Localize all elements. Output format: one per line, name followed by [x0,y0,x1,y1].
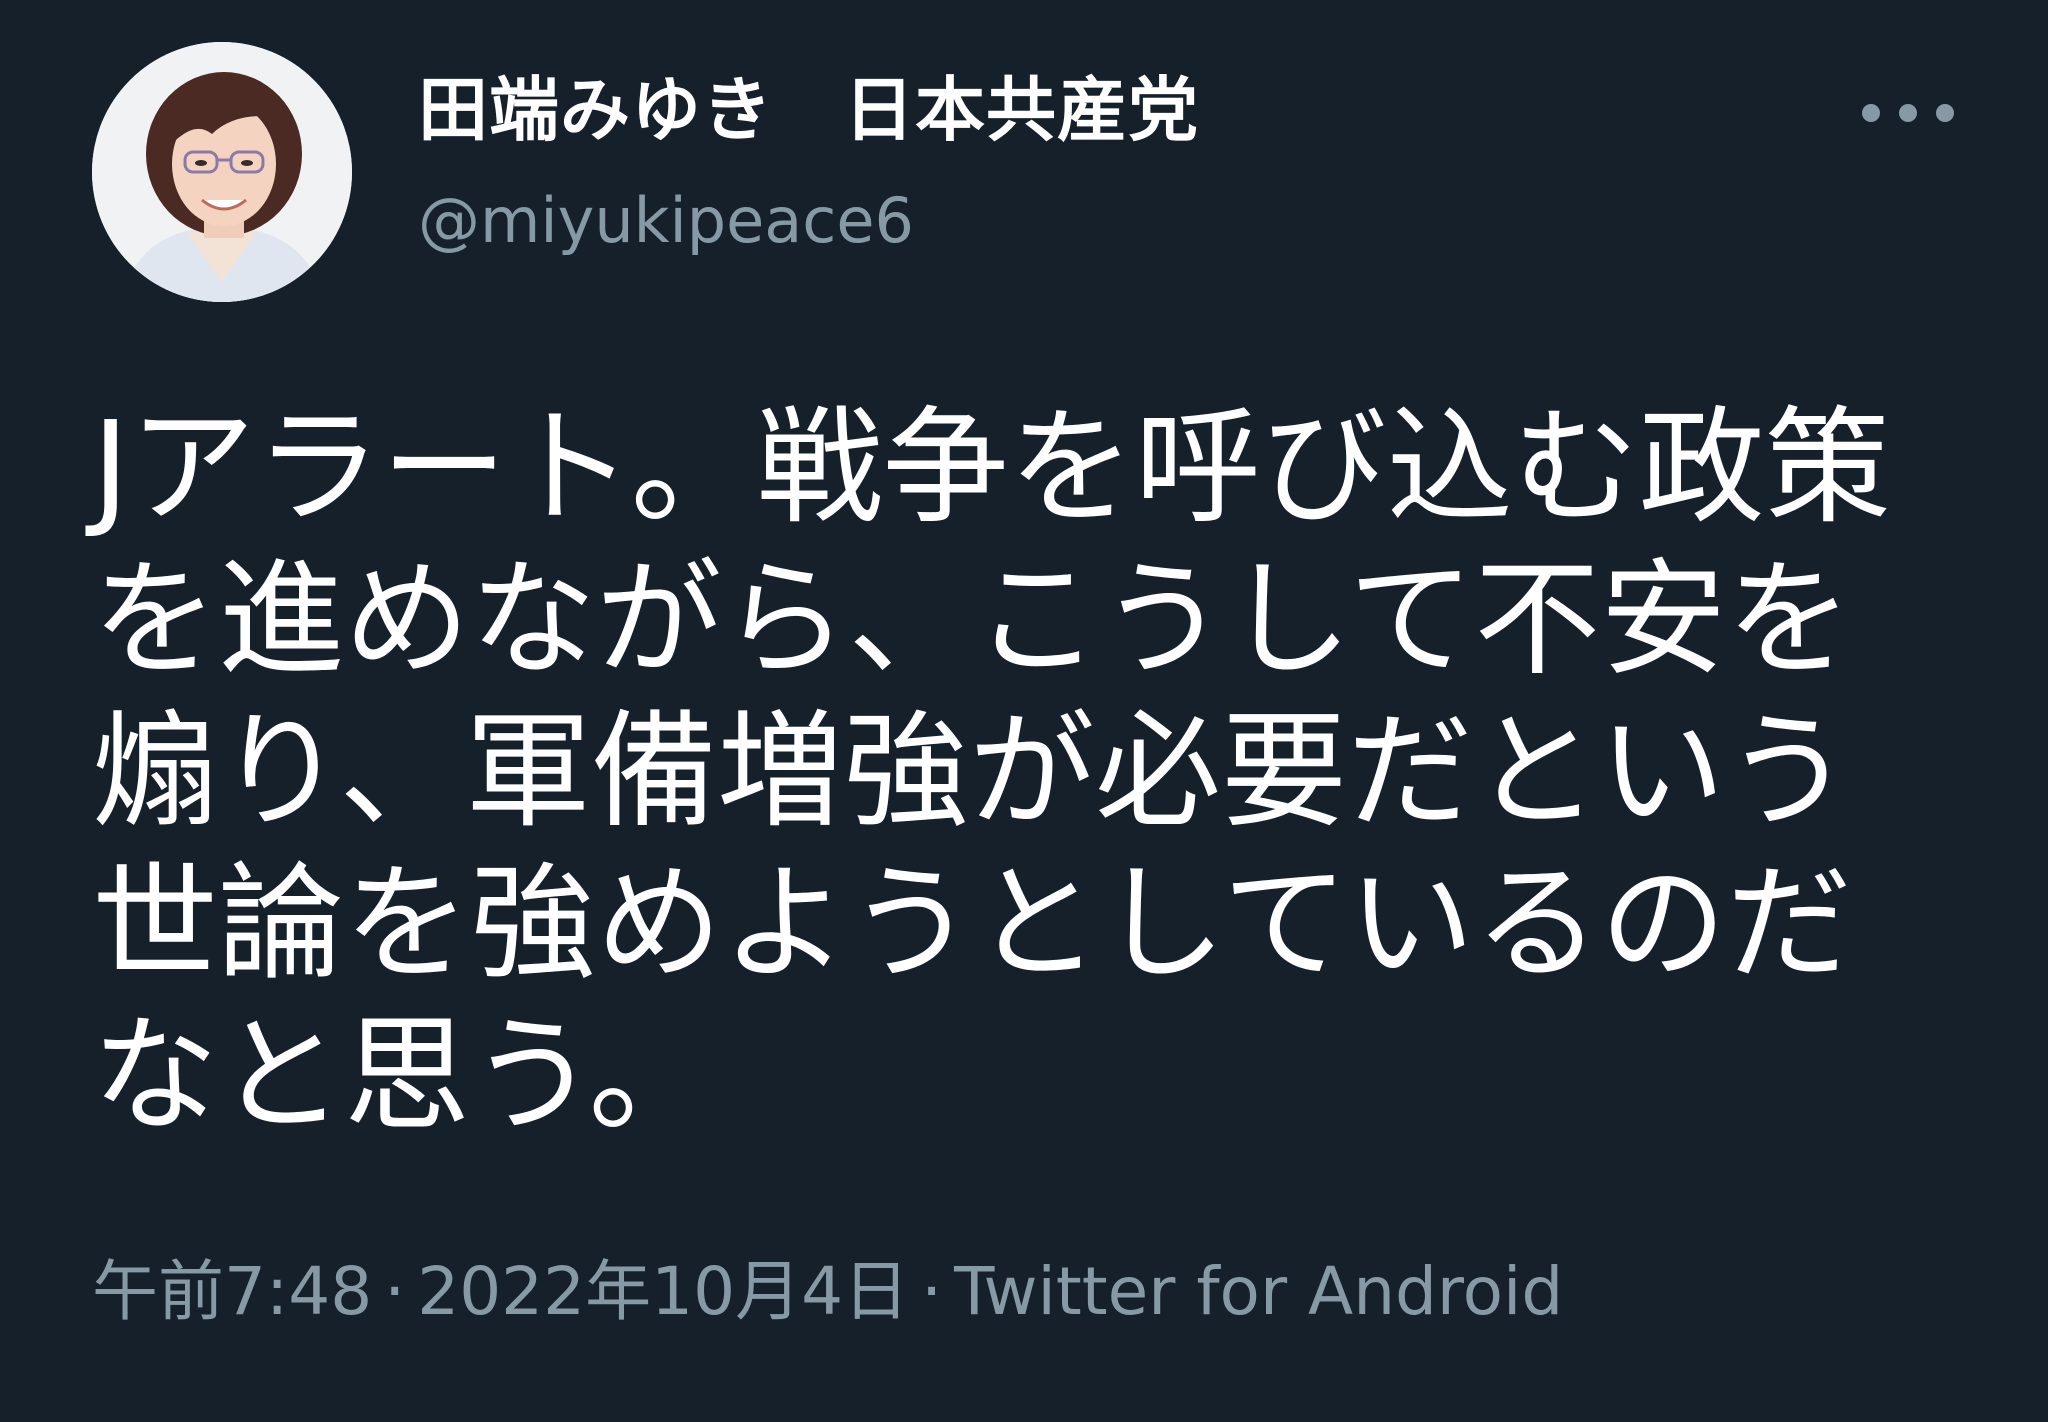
author-display-name[interactable]: 田端みゆき 日本共産党 [418,62,1199,158]
more-horizontal-icon [1862,104,1880,122]
tweet-text-line: 世論を強めようとしているのだ [92,850,1853,997]
tweet-time[interactable]: 午前7:48 [92,1253,372,1330]
author-handle[interactable]: @miyukipeace6 [418,178,914,264]
tweet-meta: 午前7:48 · 2022年10月4日 · Twitter for Android [92,1250,1563,1334]
tweet-text-line: なと思う。 [92,1002,715,1149]
meta-separator: · [384,1253,406,1330]
more-horizontal-icon-dot [1899,104,1917,122]
tweet-text-line: 煽り、軍備増強が必要だという [92,698,1851,845]
meta-separator: · [921,1253,943,1330]
tweet-text-line: Jアラート。戦争を呼び込む政策 [92,394,1891,541]
profile-photo-icon [92,42,352,302]
tweet-source-link[interactable]: Twitter for Android [954,1253,1563,1330]
tweet-text: Jアラート。戦争を呼び込む政策 を進めながら、こうして不安を 煽り、軍備増強が必… [92,392,1972,1152]
tweet-card: 田端みゆき 日本共産党 @miyukipeace6 Jアラート。戦争を呼び込む政… [0,0,2048,1422]
more-horizontal-icon-dot [1936,104,1954,122]
more-options-button[interactable] [1862,90,1954,136]
tweet-date[interactable]: 2022年10月4日 [417,1253,909,1330]
tweet-text-line: を進めながら、こうして不安を [92,546,1853,693]
avatar[interactable] [92,42,352,302]
